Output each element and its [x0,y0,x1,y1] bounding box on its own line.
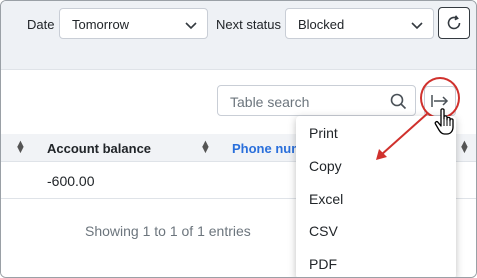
sort-icon: ▲ ▼ [459,138,470,156]
date-select[interactable]: Tomorrow [59,8,208,39]
export-button[interactable] [424,86,456,116]
next-status-label: Next status [216,17,282,32]
next-status-select[interactable]: Blocked [285,8,434,39]
table-info: Showing 1 to 1 of 1 entries [85,223,251,239]
sort-icon: ▲ ▼ [200,138,211,156]
search-placeholder: Table search [230,94,310,110]
date-label: Date [27,17,55,32]
chevron-down-icon [185,22,197,30]
refresh-icon [447,15,461,30]
refresh-button[interactable] [438,7,470,39]
menu-item-excel[interactable]: Excel [309,191,343,207]
next-status-select-value: Blocked [298,17,345,32]
chevron-down-icon [411,22,423,30]
column-header-account-balance[interactable]: Account balance [47,141,151,156]
menu-item-print[interactable]: Print [309,125,338,141]
date-select-value: Tomorrow [72,17,130,32]
filter-bar: Date Tomorrow Next status Blocked [1,1,476,49]
app-window: Date Tomorrow Next status Blocked Table … [0,0,477,278]
menu-item-csv[interactable]: CSV [309,223,338,239]
export-arrow-icon [431,95,449,107]
menu-item-pdf[interactable]: PDF [309,256,337,272]
table-search-input[interactable]: Table search [217,85,416,116]
search-icon [390,93,407,110]
menu-item-copy[interactable]: Copy [309,158,342,174]
cell-account-balance: -600.00 [47,173,95,189]
page-background [1,49,476,69]
export-menu: Print Copy Excel CSV PDF [296,116,456,277]
sort-icon: ▲ ▼ [15,138,26,156]
column-header-phone-number[interactable]: Phone num [232,141,303,156]
